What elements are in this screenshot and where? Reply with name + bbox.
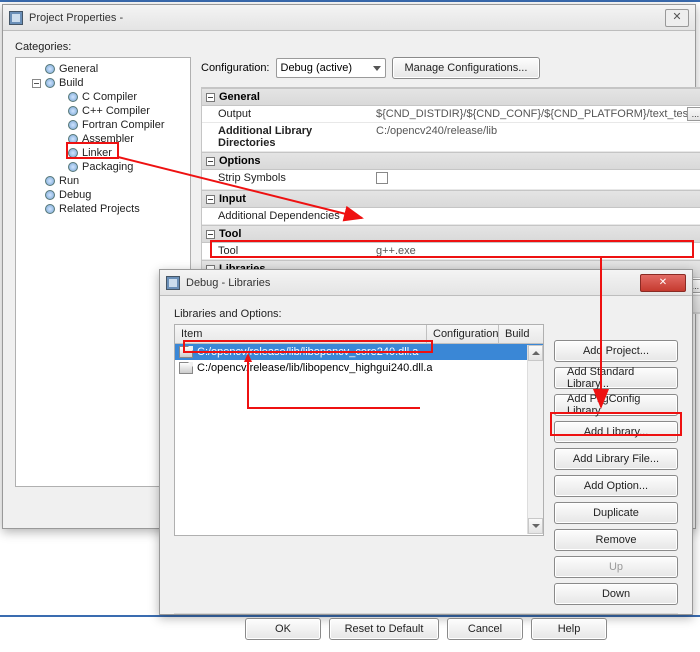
globe-icon: [45, 204, 55, 214]
collapse-icon[interactable]: [206, 195, 215, 204]
list-item[interactable]: C:/opencv/release/lib/libopencv_highgui2…: [175, 360, 543, 376]
prop-output-label: Output: [202, 106, 372, 122]
libraries-list[interactable]: Item Configuration Build C:/opencv/relea…: [174, 324, 544, 536]
globe-icon: [45, 176, 55, 186]
globe-icon: [45, 64, 55, 74]
prop-addlibdirs-value[interactable]: C:/opencv240/release/lib: [372, 123, 700, 151]
tree-item-related-projects[interactable]: Related Projects: [59, 203, 140, 215]
group-options: Options: [219, 155, 261, 167]
globe-icon: [68, 92, 78, 102]
add-library-file-button[interactable]: Add Library File...: [554, 448, 678, 470]
prop-output-value[interactable]: ${CND_DISTDIR}/${CND_CONF}/${CND_PLATFOR…: [372, 106, 700, 122]
group-tool: Tool: [219, 228, 241, 240]
add-library-button[interactable]: Add Library...: [554, 421, 678, 443]
ok-button[interactable]: OK: [245, 618, 321, 640]
globe-icon: [68, 148, 78, 158]
globe-icon: [45, 78, 55, 88]
configuration-label: Configuration:: [201, 62, 270, 74]
configuration-combo[interactable]: Debug (active): [276, 58, 386, 78]
globe-icon: [68, 120, 78, 130]
add-option-button[interactable]: Add Option...: [554, 475, 678, 497]
prop-tool-value[interactable]: g++.exe: [372, 243, 700, 259]
manage-configurations-button[interactable]: Manage Configurations...: [392, 57, 541, 79]
tree-item-c-compiler[interactable]: C Compiler: [82, 91, 137, 103]
globe-icon: [68, 134, 78, 144]
reset-default-button[interactable]: Reset to Default: [329, 618, 439, 640]
titlebar[interactable]: Project Properties - ✕: [3, 5, 695, 31]
tree-item-debug[interactable]: Debug: [59, 189, 91, 201]
collapse-icon[interactable]: [206, 157, 215, 166]
tree-item-run[interactable]: Run: [59, 175, 79, 187]
scroll-up-icon[interactable]: [528, 345, 543, 361]
tree-item-linker[interactable]: Linker: [82, 147, 112, 159]
col-configuration[interactable]: Configuration: [427, 325, 499, 343]
categories-label: Categories:: [15, 41, 191, 53]
tree-item-fortran-compiler[interactable]: Fortran Compiler: [82, 119, 165, 131]
prop-addldeps-label: Additional Dependencies: [202, 208, 372, 224]
browse-button[interactable]: ...: [687, 107, 700, 121]
down-button[interactable]: Down: [554, 583, 678, 605]
file-icon: [179, 346, 193, 358]
add-project-button[interactable]: Add Project...: [554, 340, 678, 362]
remove-button[interactable]: Remove: [554, 529, 678, 551]
window-title: Project Properties -: [29, 12, 661, 24]
globe-icon: [68, 162, 78, 172]
prop-addldeps-value[interactable]: [372, 208, 700, 224]
cancel-button[interactable]: Cancel: [447, 618, 523, 640]
checkbox-icon[interactable]: [376, 172, 388, 184]
debug-libraries-window: Debug - Libraries ✕ Libraries and Option…: [159, 269, 693, 615]
window-title: Debug - Libraries: [186, 277, 636, 289]
group-general: General: [219, 91, 260, 103]
add-pkgconfig-library-button[interactable]: Add PkgConfig Library...: [554, 394, 678, 416]
prop-tool-label: Tool: [202, 243, 372, 259]
collapse-icon[interactable]: [206, 230, 215, 239]
scroll-down-icon[interactable]: [528, 518, 543, 534]
tree-item-build[interactable]: Build: [59, 77, 83, 89]
titlebar[interactable]: Debug - Libraries ✕: [160, 270, 692, 296]
collapse-icon[interactable]: [206, 93, 215, 102]
libraries-options-label: Libraries and Options:: [174, 308, 678, 320]
add-standard-library-button[interactable]: Add Standard Library...: [554, 367, 678, 389]
globe-icon: [68, 106, 78, 116]
col-item[interactable]: Item: [175, 325, 427, 343]
globe-icon: [45, 190, 55, 200]
prop-strip-value[interactable]: [372, 170, 700, 189]
prop-strip-label: Strip Symbols: [202, 170, 372, 189]
col-build[interactable]: Build: [499, 325, 543, 343]
app-icon: [9, 11, 23, 25]
group-input: Input: [219, 193, 246, 205]
help-button[interactable]: Help: [531, 618, 607, 640]
list-header: Item Configuration Build: [175, 325, 543, 344]
close-icon[interactable]: ✕: [665, 9, 689, 27]
chevron-down-icon: [373, 66, 381, 71]
duplicate-button[interactable]: Duplicate: [554, 502, 678, 524]
list-item[interactable]: C:/opencv/release/lib/libopencv_core240.…: [175, 344, 543, 360]
scrollbar[interactable]: [527, 345, 543, 534]
tree-item-packaging[interactable]: Packaging: [82, 161, 133, 173]
tree-item-general[interactable]: General: [59, 63, 98, 75]
up-button[interactable]: Up: [554, 556, 678, 578]
close-icon[interactable]: ✕: [640, 274, 686, 292]
file-icon: [179, 362, 193, 374]
app-icon: [166, 276, 180, 290]
tree-item-assembler[interactable]: Assembler: [82, 133, 134, 145]
collapse-icon[interactable]: [32, 79, 41, 88]
prop-addlibdirs-label: Additional Library Directories: [202, 123, 372, 151]
tree-item-cpp-compiler[interactable]: C++ Compiler: [82, 105, 150, 117]
